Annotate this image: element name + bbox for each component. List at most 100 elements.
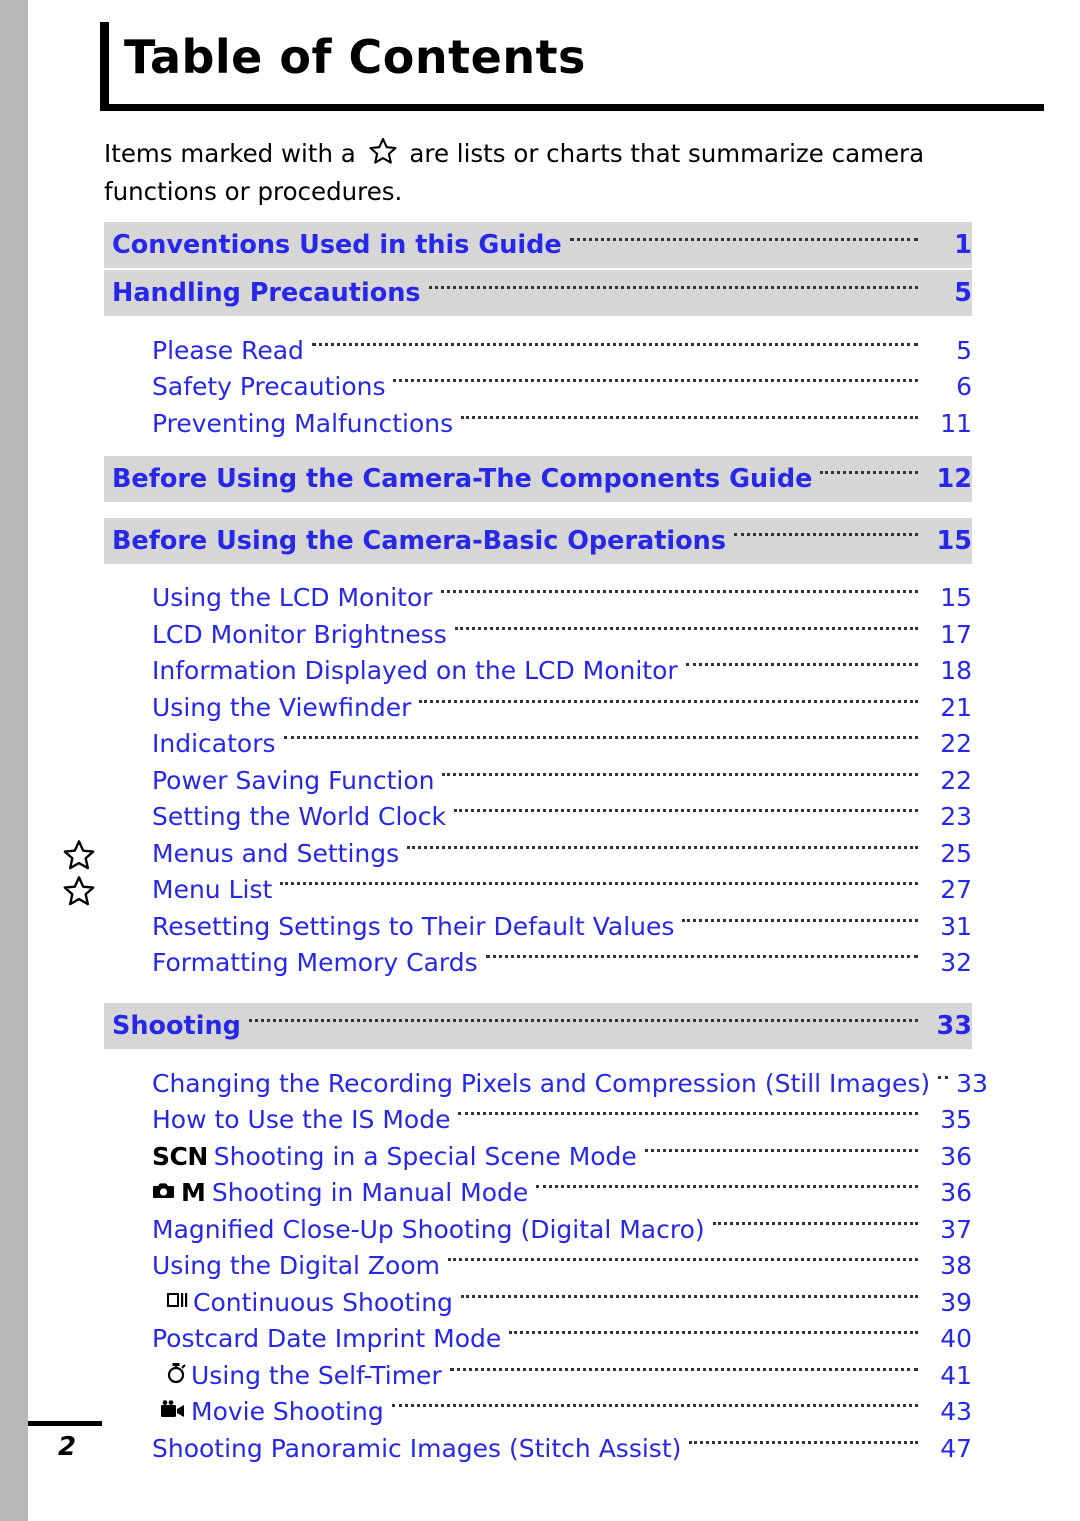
toc-leader — [569, 237, 918, 241]
toc-leader — [509, 1331, 918, 1335]
toc-leader — [448, 1258, 918, 1262]
toc-leader — [393, 379, 918, 383]
toc-leader — [485, 955, 918, 959]
toc-page: 22 — [940, 729, 972, 759]
toc-leader — [419, 699, 918, 703]
toc-entry[interactable]: Please Read 5 — [104, 332, 972, 369]
toc-entry[interactable]: Shooting Panoramic Images (Stitch Assist… — [104, 1430, 972, 1467]
intro-text-before: Items marked with a — [104, 139, 356, 168]
toc-label: Shooting in Manual Mode — [211, 1178, 529, 1208]
toc-entry[interactable]: Changing the Recording Pixels and Compre… — [104, 1065, 988, 1102]
toc-page: 23 — [940, 802, 972, 832]
toc-page: 5 — [956, 335, 972, 365]
margin-star-icon-2 — [62, 874, 96, 912]
toc-label: Power Saving Function — [152, 765, 435, 795]
toc-label: Handling Precautions — [112, 278, 421, 308]
toc-spacer — [104, 566, 972, 580]
toc-label: Before Using the Camera-Basic Operations — [112, 525, 727, 556]
toc-entry[interactable]: How to Use the IS Mode 35 — [104, 1102, 972, 1139]
toc-page: 21 — [940, 692, 972, 722]
toc-entry[interactable]: Information Displayed on the LCD Monitor… — [104, 653, 972, 690]
toc-label: Formatting Memory Cards — [152, 948, 478, 978]
toc-entry[interactable]: Continuous Shooting 39 — [104, 1284, 972, 1321]
margin-star-icon-1 — [62, 838, 96, 876]
toc-leader — [428, 285, 918, 289]
toc-entry[interactable]: Menu List 27 — [104, 872, 972, 909]
page-title: Table of Contents — [124, 30, 586, 84]
toc-entry[interactable]: Resetting Settings to Their Default Valu… — [104, 908, 972, 945]
toc-entry[interactable]: Setting the World Clock 23 — [104, 799, 972, 836]
camera-manual-icon — [152, 1181, 176, 1205]
toc-leader — [461, 415, 918, 419]
toc-entry[interactable]: SCN Shooting in a Special Scene Mode 36 — [104, 1138, 972, 1175]
toc-entry[interactable]: Shooting 33 — [104, 1003, 972, 1049]
toc-label: Postcard Date Imprint Mode — [152, 1324, 502, 1354]
toc-leader — [407, 845, 918, 849]
toc-entry[interactable]: Using the LCD Monitor 15 — [104, 580, 972, 617]
toc-label: Using the Viewfinder — [152, 692, 412, 722]
toc-label: LCD Monitor Brightness — [152, 619, 447, 649]
toc-leader — [442, 772, 918, 776]
toc-entry[interactable]: Postcard Date Imprint Mode 40 — [104, 1321, 972, 1358]
toc-page: 33 — [936, 1011, 973, 1041]
toc-page: 40 — [940, 1324, 972, 1354]
toc-spacer — [104, 981, 972, 1003]
toc-leader — [454, 626, 918, 630]
toc-page: 6 — [956, 372, 972, 402]
toc-page: 35 — [940, 1105, 972, 1135]
toc-leader — [644, 1148, 918, 1152]
toc-label: Indicators — [152, 729, 276, 759]
page-container: Table of Contents Items marked with a ar… — [0, 0, 1080, 1521]
toc-label: Setting the World Clock — [152, 802, 446, 832]
toc-spacer — [104, 1051, 972, 1065]
toc-page: 27 — [940, 875, 972, 905]
toc-leader — [682, 918, 918, 922]
toc-page: 47 — [940, 1433, 972, 1463]
toc-entry[interactable]: Indicators 22 — [104, 726, 972, 763]
toc-page: 15 — [936, 525, 973, 556]
toc-leader — [460, 1294, 918, 1298]
toc-leader — [820, 471, 918, 474]
toc-entry[interactable]: Power Saving Function 22 — [104, 762, 972, 799]
toc-label: Preventing Malfunctions — [152, 408, 454, 438]
toc-label: Changing the Recording Pixels and Compre… — [152, 1068, 931, 1098]
toc-leader — [712, 1221, 918, 1225]
scn-mode-icon: SCN — [152, 1141, 208, 1171]
toc-entry[interactable]: Movie Shooting 43 — [104, 1394, 972, 1431]
toc-page: 11 — [940, 408, 972, 438]
toc-label: Conventions Used in this Guide — [112, 230, 562, 260]
toc-entry[interactable]: Before Using the Camera-Basic Operations… — [104, 517, 973, 564]
toc-entry[interactable]: Using the Viewfinder 21 — [104, 689, 972, 726]
toc-leader — [283, 736, 918, 740]
toc-page: 36 — [940, 1178, 972, 1208]
left-margin-bar — [0, 0, 28, 1521]
toc-entry[interactable]: Preventing Malfunctions 11 — [104, 405, 972, 442]
toc-page: 1 — [954, 230, 972, 260]
toc-label: Magnified Close-Up Shooting (Digital Mac… — [152, 1214, 705, 1244]
toc-entry[interactable]: Before Using the Camera-The Components G… — [104, 455, 972, 502]
toc-entry[interactable]: M Shooting in Manual Mode 36 — [104, 1175, 972, 1212]
toc-spacer — [104, 504, 972, 518]
toc-entry[interactable]: Using the Self-Timer 41 — [104, 1357, 972, 1394]
footer-rule — [28, 1421, 102, 1426]
toc-page: 41 — [940, 1360, 972, 1390]
toc-page: 22 — [940, 765, 972, 795]
toc-leader — [311, 342, 918, 346]
toc-entry[interactable]: Conventions Used in this Guide 1 — [104, 222, 972, 268]
toc-entry[interactable]: Using the Digital Zoom 38 — [104, 1248, 972, 1285]
star-icon — [368, 136, 398, 175]
toc-page: 37 — [940, 1214, 972, 1244]
toc-entry[interactable]: Magnified Close-Up Shooting (Digital Mac… — [104, 1211, 972, 1248]
manual-mode-letter: M — [181, 1178, 206, 1208]
toc-label: Safety Precautions — [152, 372, 386, 402]
toc-label: Using the LCD Monitor — [152, 583, 433, 613]
toc-label: Please Read — [152, 335, 304, 365]
toc-entry[interactable]: Safety Precautions 6 — [104, 369, 972, 406]
toc-spacer — [104, 318, 972, 332]
toc-entry[interactable]: Menus and Settings 25 — [104, 835, 972, 872]
toc-entry[interactable]: Formatting Memory Cards 32 — [104, 945, 972, 982]
toc-entry[interactable]: LCD Monitor Brightness 17 — [104, 616, 972, 653]
toc-page: 39 — [940, 1287, 972, 1317]
toc-leader — [689, 1440, 918, 1444]
toc-entry[interactable]: Handling Precautions 5 — [104, 270, 972, 316]
